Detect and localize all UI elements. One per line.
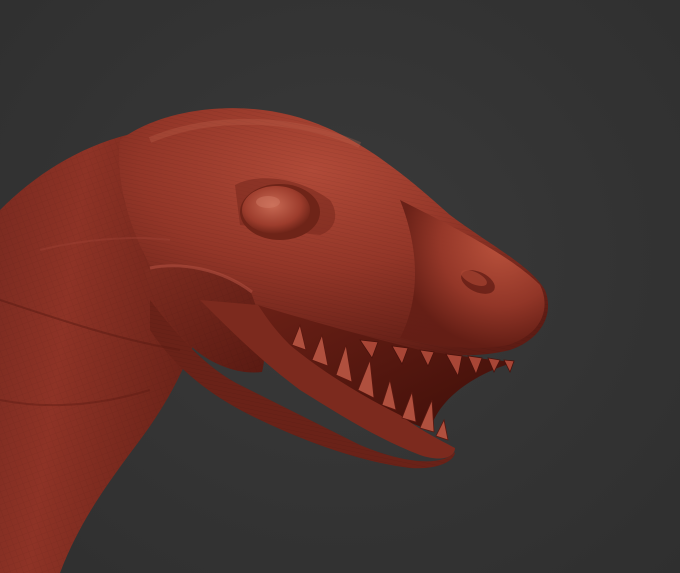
sculpt-viewport[interactable] (0, 0, 680, 573)
dinosaur-sculpt (0, 108, 549, 573)
